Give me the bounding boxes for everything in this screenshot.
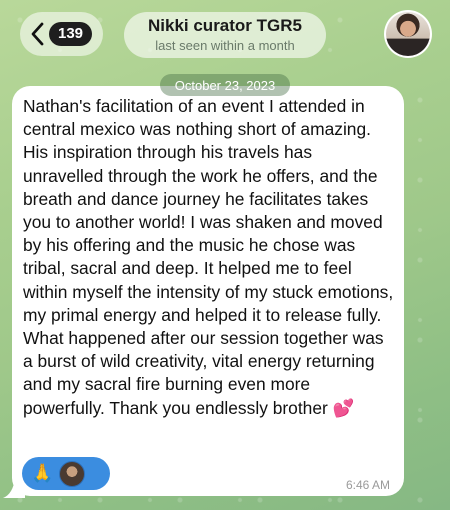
hearts-emoji: 💕 — [332, 397, 355, 418]
chevron-left-icon — [31, 22, 44, 46]
avatar-photo — [386, 12, 430, 56]
pray-reaction-emoji: 🙏 — [31, 462, 54, 484]
date-separator: October 23, 2023 — [160, 74, 290, 96]
message-timestamp: 6:46 AM — [345, 478, 390, 492]
chat-header-title[interactable]: Nikki curator TGR5 last seen within a mo… — [124, 12, 326, 58]
reactor-avatar — [59, 460, 86, 487]
message-body: Nathan's facilitation of an event I atte… — [23, 96, 399, 418]
contact-avatar[interactable] — [384, 10, 432, 58]
message-text: Nathan's facilitation of an event I atte… — [23, 95, 394, 420]
unread-count-badge: 139 — [48, 22, 93, 46]
last-seen-status: last seen within a month — [155, 38, 295, 53]
incoming-message-bubble[interactable]: Nathan's facilitation of an event I atte… — [12, 86, 404, 496]
contact-name: Nikki curator TGR5 — [148, 16, 302, 35]
back-button[interactable]: 139 — [20, 12, 103, 56]
reaction-pill[interactable]: 🙏 — [22, 457, 110, 490]
